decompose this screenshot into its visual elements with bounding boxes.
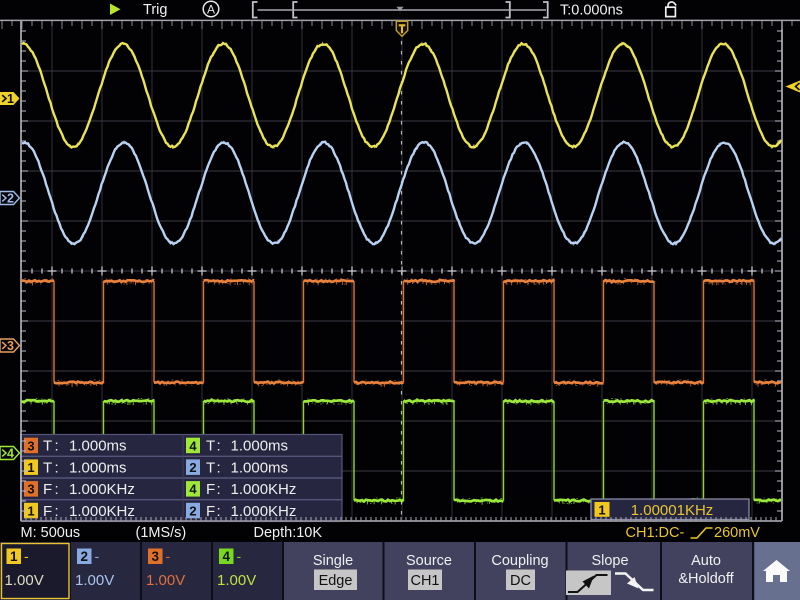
svg-text::: : [55,459,59,476]
svg-text:(1MS/s): (1MS/s) [136,525,187,541]
svg-text:4: 4 [7,447,14,461]
svg-text:1: 1 [7,92,14,106]
svg-text:CH1:DC-: CH1:DC- [626,525,685,541]
svg-text:2: 2 [189,503,196,518]
svg-text:1: 1 [27,503,34,518]
svg-text:Slope: Slope [591,553,628,569]
svg-text:3: 3 [27,438,34,453]
svg-text:1.00001KHz: 1.00001KHz [631,502,714,519]
svg-text:4: 4 [189,482,197,497]
svg-text:1.000KHz: 1.000KHz [231,481,297,498]
svg-text:3: 3 [27,482,34,497]
svg-text:3: 3 [7,339,14,353]
svg-text:T: T [43,438,52,455]
svg-text:-: - [237,548,242,564]
svg-text:4: 4 [222,549,230,564]
svg-text:1.00V: 1.00V [75,572,114,589]
svg-text:DC: DC [510,573,531,589]
svg-text::: : [55,503,59,520]
svg-text:260mV: 260mV [714,525,760,541]
svg-text:1.000ms: 1.000ms [231,459,289,476]
svg-text:1.00V: 1.00V [217,572,256,589]
svg-text:2: 2 [80,549,88,564]
svg-text:F: F [43,481,52,498]
svg-text:-: - [166,548,171,564]
svg-text:1: 1 [10,549,18,564]
svg-text::: : [217,438,221,455]
svg-text:Source: Source [406,553,452,569]
svg-text:Edge: Edge [319,573,353,589]
svg-text:3: 3 [151,549,159,564]
svg-text:Single: Single [313,553,353,569]
svg-text:1.00V: 1.00V [146,572,185,589]
svg-text:T: T [206,438,215,455]
svg-text:1.000KHz: 1.000KHz [69,503,135,520]
svg-text:1: 1 [598,502,605,517]
svg-text:T:0.000ns: T:0.000ns [560,3,623,19]
svg-text:Coupling: Coupling [491,553,548,569]
svg-text:A: A [207,2,215,16]
svg-text:4: 4 [189,438,197,453]
svg-text::: : [217,459,221,476]
svg-text:2: 2 [189,460,196,475]
svg-text:Trig: Trig [143,2,167,18]
svg-text:1: 1 [27,460,34,475]
svg-text:F: F [206,481,215,498]
svg-text::: : [55,438,59,455]
svg-text:1.000KHz: 1.000KHz [69,481,135,498]
svg-text:2: 2 [7,192,14,206]
svg-text:T: T [206,459,215,476]
svg-text:1.00V: 1.00V [5,572,44,589]
svg-text:-: - [24,548,29,564]
svg-text::: : [55,481,59,498]
svg-text::: : [217,503,221,520]
svg-text:1.000ms: 1.000ms [69,459,127,476]
svg-text:CH1: CH1 [410,573,439,589]
svg-text:M: 500us: M: 500us [21,525,81,541]
svg-text:&Holdoff: &Holdoff [678,571,734,587]
svg-text:T: T [43,459,52,476]
svg-text::: : [217,481,221,498]
svg-text:Depth:10K: Depth:10K [254,525,323,541]
svg-text:1.000ms: 1.000ms [231,438,289,455]
svg-text:-: - [95,548,100,564]
svg-text:Auto: Auto [691,553,721,569]
svg-text:1.000ms: 1.000ms [69,438,127,455]
